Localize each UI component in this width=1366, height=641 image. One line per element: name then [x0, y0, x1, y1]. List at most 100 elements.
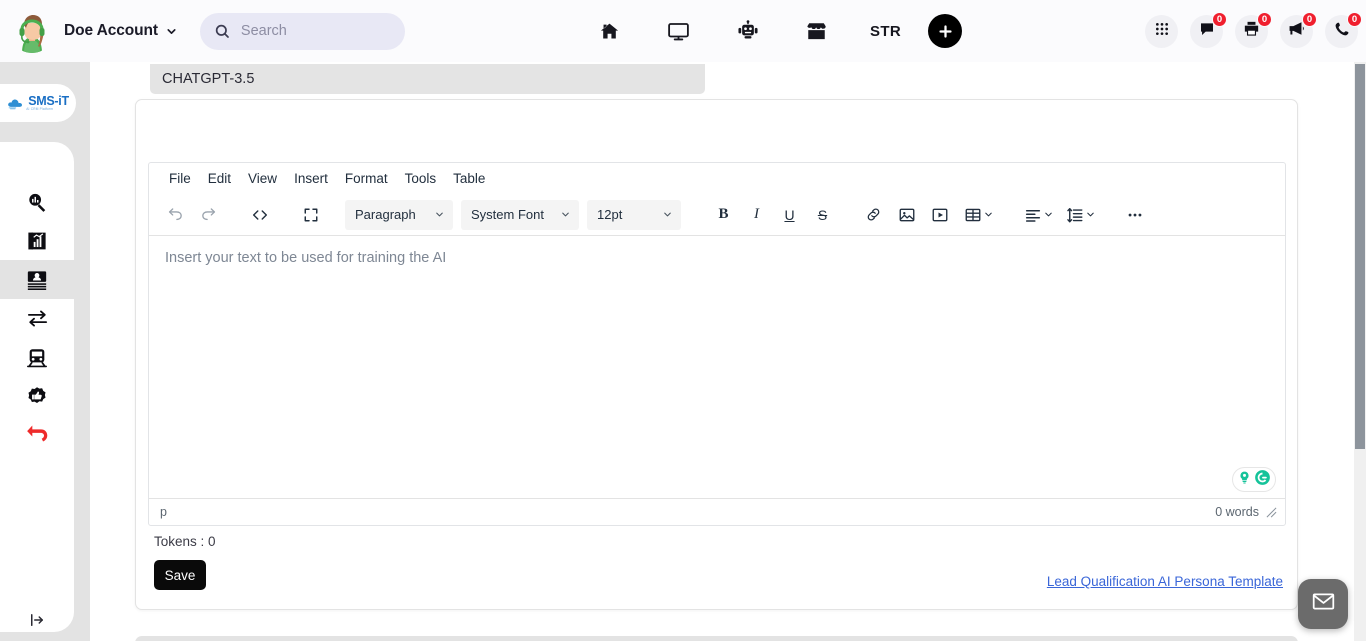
menu-tools[interactable]: Tools	[397, 168, 445, 189]
add-button[interactable]	[928, 14, 962, 48]
word-count: 0 words	[1215, 505, 1259, 519]
chat-icon	[1199, 21, 1215, 42]
home-icon[interactable]	[575, 0, 644, 62]
font-size-select[interactable]: 12pt	[587, 199, 681, 230]
editor-menubar: File Edit View Insert Format Tools Table	[149, 163, 1285, 194]
store-icon[interactable]	[782, 0, 851, 62]
font-family-value: System Font	[471, 207, 544, 222]
bold-button[interactable]: B	[707, 200, 740, 230]
str-shortcut[interactable]: STR	[851, 0, 920, 62]
font-family-select[interactable]: System Font	[461, 199, 579, 230]
editor-placeholder: Insert your text to be used for training…	[165, 250, 447, 266]
chevron-down-icon	[434, 209, 445, 220]
source-code-icon[interactable]	[243, 200, 276, 230]
grammarly-logo-icon	[1254, 469, 1271, 491]
menu-table[interactable]: Table	[445, 168, 493, 189]
redo-icon[interactable]	[192, 200, 225, 230]
chat-button[interactable]: 0	[1190, 11, 1227, 48]
table-button[interactable]	[956, 200, 998, 230]
editor-resize-handle[interactable]	[1266, 507, 1277, 518]
right-navigation: 0 0 0 0	[1145, 0, 1362, 62]
sidebar-item-search-analytics[interactable]	[0, 182, 74, 221]
fax-badge: 0	[1257, 11, 1272, 27]
apps-grid-button[interactable]	[1145, 14, 1178, 48]
undo-icon[interactable]	[159, 200, 192, 230]
chevron-down-icon	[662, 209, 673, 220]
block-format-select[interactable]: Paragraph	[345, 199, 453, 230]
monitor-icon[interactable]	[644, 0, 713, 62]
phone-badge: 0	[1347, 11, 1362, 27]
sidebar-item-reports[interactable]	[0, 221, 74, 260]
app-logo-text: SMS-iT	[28, 94, 69, 109]
left-sidebar: SMS-iT AI CRM Platform	[0, 62, 90, 641]
persona-template-link[interactable]: Lead Qualification AI Persona Template	[1047, 574, 1283, 589]
grammarly-badge[interactable]	[1232, 467, 1276, 492]
top-navigation-bar: Doe Account Search STR 0 0 0 0	[0, 0, 1366, 62]
cloud-logo-icon	[7, 97, 26, 110]
main-content: CHATGPT-3.5 File Edit View Insert Format…	[90, 62, 1366, 641]
editor-toolbar: Paragraph System Font 12pt B I U S	[149, 194, 1285, 236]
app-logo[interactable]: SMS-iT AI CRM Platform	[0, 84, 76, 122]
italic-button[interactable]: I	[740, 200, 773, 230]
chat-badge: 0	[1212, 11, 1227, 27]
menu-insert[interactable]: Insert	[286, 168, 336, 189]
ai-training-card: File Edit View Insert Format Tools Table	[135, 99, 1298, 610]
page-scrollbar-thumb[interactable]	[1355, 64, 1365, 449]
link-icon[interactable]	[857, 200, 890, 230]
chevron-down-icon	[560, 209, 571, 220]
chevron-down-icon	[165, 25, 178, 38]
phone-button[interactable]: 0	[1325, 11, 1362, 48]
sidebar-collapse-toggle[interactable]	[0, 603, 74, 637]
menu-file[interactable]: File	[161, 168, 199, 189]
sidebar-item-engagement[interactable]	[0, 377, 74, 416]
media-icon[interactable]	[923, 200, 956, 230]
menu-view[interactable]: View	[240, 168, 285, 189]
underline-label: U	[784, 206, 795, 223]
search-input[interactable]	[240, 23, 391, 39]
more-options-icon[interactable]	[1118, 200, 1151, 230]
editor-content-area[interactable]: Insert your text to be used for training…	[149, 236, 1285, 498]
fax-button[interactable]: 0	[1235, 11, 1272, 48]
sidebar-item-pipeline[interactable]	[0, 338, 74, 377]
email-compose-icon	[1311, 589, 1336, 619]
block-format-value: Paragraph	[355, 207, 416, 222]
menu-edit[interactable]: Edit	[200, 168, 239, 189]
editor-status-bar: p 0 words	[149, 498, 1285, 525]
account-switcher[interactable]: Doe Account	[64, 22, 178, 40]
account-name: Doe Account	[64, 22, 158, 39]
megaphone-badge: 0	[1302, 11, 1317, 27]
menu-format[interactable]: Format	[337, 168, 396, 189]
megaphone-button[interactable]: 0	[1280, 11, 1317, 48]
fullscreen-icon[interactable]	[294, 200, 327, 230]
center-navigation: STR	[575, 0, 962, 62]
app-logo-subtext: AI CRM Platform	[26, 106, 54, 111]
align-button[interactable]	[1016, 200, 1058, 230]
phone-icon	[1334, 21, 1350, 42]
model-name-chip: CHATGPT-3.5	[150, 64, 705, 94]
line-height-button[interactable]	[1058, 200, 1100, 230]
sidebar-item-transfers[interactable]	[0, 299, 74, 338]
robot-icon[interactable]	[713, 0, 782, 62]
bold-label: B	[718, 206, 729, 222]
email-compose-button[interactable]	[1298, 579, 1348, 629]
strikethrough-label: S	[817, 206, 828, 223]
sidebar-item-contacts[interactable]	[0, 260, 74, 299]
strikethrough-button[interactable]: S	[806, 200, 839, 230]
sidebar-item-return[interactable]	[0, 416, 74, 455]
page-scrollbar[interactable]	[1354, 62, 1366, 641]
token-count: Tokens : 0	[154, 534, 216, 549]
italic-label: I	[754, 206, 759, 222]
font-size-value: 12pt	[597, 207, 623, 222]
model-name-text: CHATGPT-3.5	[162, 71, 255, 87]
save-button[interactable]: Save	[154, 560, 206, 590]
rich-text-editor: File Edit View Insert Format Tools Table	[148, 162, 1286, 526]
search-box[interactable]	[199, 12, 405, 50]
avatar[interactable]	[10, 9, 54, 53]
chevron-down-icon	[1043, 209, 1054, 220]
underline-button[interactable]: U	[773, 200, 806, 230]
apps-grid-icon	[1154, 21, 1170, 42]
element-path[interactable]: p	[160, 505, 167, 519]
chevron-down-icon	[983, 209, 994, 220]
custom-ai-persona-section-header[interactable]: Custom AI Persona	[135, 636, 1298, 641]
image-icon[interactable]	[890, 200, 923, 230]
